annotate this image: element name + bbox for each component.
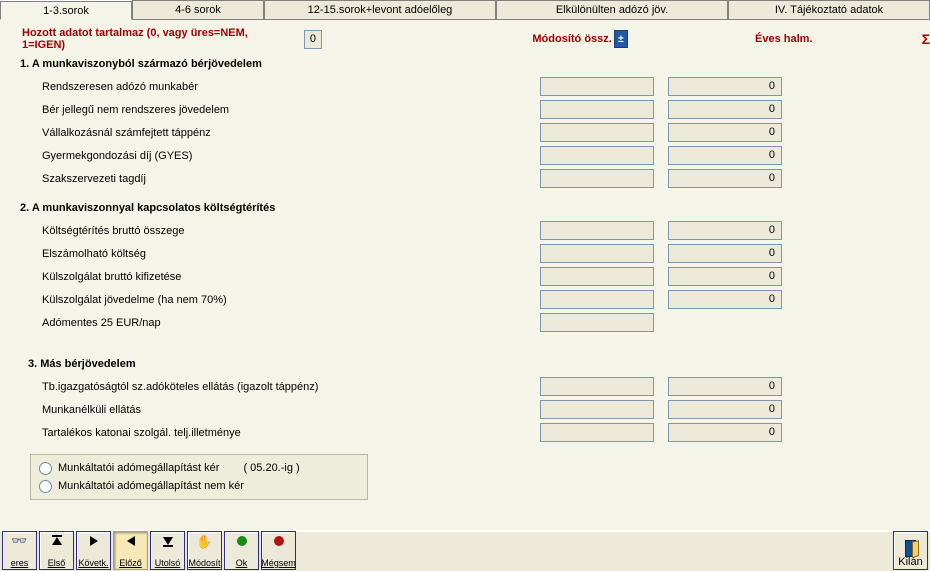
button-label: Ok [236,558,248,568]
row-label: Elszámolható költség [0,248,502,260]
button-label: Kilán [898,556,922,568]
radio-label: Munkáltatói adómegállapítást nem kér [58,480,244,492]
ok-icon [234,534,250,548]
tab-4-6[interactable]: 4-6 sorok [132,0,264,19]
mod-input[interactable] [540,267,654,286]
first-button[interactable]: Első [39,531,74,570]
row-label: Külszolgálat bruttó kifizetése [0,271,502,283]
radio-request-yes[interactable]: Munkáltatói adómegállapítást kér ( 05.20… [39,459,359,477]
annual-input[interactable]: 0 [668,267,782,286]
section-1-title: 1. A munkaviszonyból származó bérjövedel… [0,58,480,70]
section-2-title: 2. A munkaviszonnyal kapcsolatos költség… [0,202,480,214]
mod-input[interactable] [540,244,654,263]
annual-input[interactable]: 0 [668,123,782,142]
annual-input[interactable]: 0 [668,377,782,396]
last-button[interactable]: Utolsó [150,531,185,570]
annual-input[interactable]: 0 [668,400,782,419]
annual-input[interactable]: 0 [668,77,782,96]
row-label: Vállalkozásnál számfejtett táppénz [0,127,502,139]
button-label: Utolsó [155,558,181,568]
button-label: eres [11,558,29,568]
row-label: Tb.igazgatóságtól sz.adóköteles ellátás … [0,381,502,393]
radio-request-no[interactable]: Munkáltatói adómegállapítást nem kér [39,477,359,495]
mod-input[interactable] [540,290,654,309]
radio-icon [39,480,52,493]
mod-input[interactable] [540,400,654,419]
row-label: Gyermekgondozási díj (GYES) [0,150,502,162]
button-label: Mégsem [261,558,296,568]
mod-input[interactable] [540,313,654,332]
bottom-toolbar: 👓 eres Első Követk. Előző Utolsó ✋ Módos… [0,530,930,571]
door-exit-icon [903,540,919,556]
cancel-icon [271,534,287,548]
row-label: Szakszervezeti tagdíj [0,173,502,185]
annual-input[interactable]: 0 [668,290,782,309]
radio-date: ( 05.20.-ig ) [243,462,299,474]
annual-label: Éves halm. [628,33,918,45]
mod-input[interactable] [540,169,654,188]
modify-button[interactable]: ✋ Módosít [187,531,222,570]
binoculars-icon: 👓 [12,534,28,548]
tab-info[interactable]: IV. Tájékoztató adatok [728,0,930,19]
annual-input[interactable]: 0 [668,423,782,442]
row-label: Bér jellegű nem rendszeres jövedelem [0,104,502,116]
button-label: Követk. [78,558,108,568]
button-label: Előző [119,558,142,568]
tab-bar: 1-3.sorok 4-6 sorok 12-15.sorok+levont a… [0,0,930,20]
mod-input[interactable] [540,123,654,142]
button-label: Első [48,558,66,568]
mod-input[interactable] [540,77,654,96]
annual-input[interactable]: 0 [668,169,782,188]
tab-1-3[interactable]: 1-3.sorok [0,1,132,20]
mod-input[interactable] [540,377,654,396]
annual-input[interactable]: 0 [668,221,782,240]
tab-12-15[interactable]: 12-15.sorok+levont adóelőleg [264,0,496,19]
ok-button[interactable]: Ok [224,531,259,570]
row-label: Rendszeresen adózó munkabér [0,81,502,93]
next-button[interactable]: Követk. [76,531,111,570]
plus-minus-icon[interactable]: ± [614,30,628,48]
exit-button[interactable]: Kilán [893,531,928,570]
cancel-button[interactable]: Mégsem [261,531,296,570]
prev-icon [123,534,139,548]
annual-input[interactable]: 0 [668,146,782,165]
row-label: Költségtérítés bruttó összege [0,225,502,237]
annual-input[interactable]: 0 [668,244,782,263]
sigma-icon[interactable]: Σ [922,31,930,47]
row-label: Tartalékos katonai szolgál. telj.illetmé… [0,427,502,439]
form-panel: Hozott adatot tartalmaz (0, vagy üres=NE… [0,20,930,526]
first-icon [49,534,65,548]
radio-label: Munkáltatói adómegállapítást kér [58,462,219,474]
mod-input[interactable] [540,146,654,165]
mod-input[interactable] [540,100,654,119]
next-icon [86,534,102,548]
tab-separate[interactable]: Elkülönülten adózó jöv. [496,0,728,19]
row-label: Külszolgálat jövedelme (ha nem 70%) [0,294,502,306]
radio-icon [39,462,52,475]
carried-label: Hozott adatot tartalmaz (0, vagy üres=NE… [0,27,290,51]
search-button[interactable]: 👓 eres [2,531,37,570]
section-3-title: 3. Más bérjövedelem [0,358,488,370]
row-label: Adómentes 25 EUR/nap [0,317,502,329]
row-label: Munkanélküli ellátás [0,404,502,416]
hand-icon: ✋ [197,534,213,548]
employer-assessment-group: Munkáltatói adómegállapítást kér ( 05.20… [30,454,368,500]
last-icon [160,534,176,548]
carried-value-box[interactable]: 0 [304,30,323,49]
annual-input[interactable]: 0 [668,100,782,119]
mod-input[interactable] [540,221,654,240]
mod-input[interactable] [540,423,654,442]
button-label: Módosít [188,558,220,568]
prev-button[interactable]: Előző [113,531,148,570]
mod-sum-label: Módosító össz. [322,33,612,45]
